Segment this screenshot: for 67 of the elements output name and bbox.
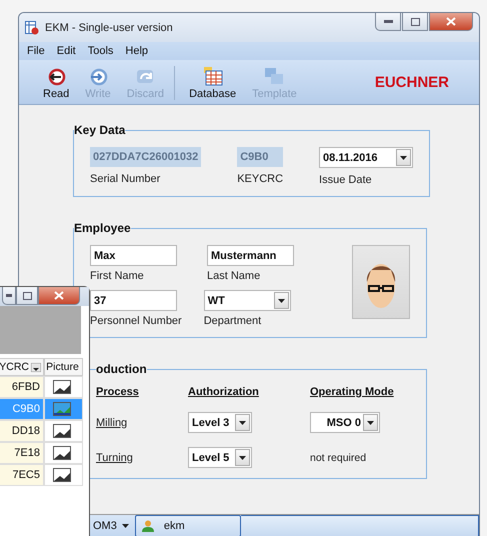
picture-icon <box>53 424 71 438</box>
dropdown-arrow-icon <box>31 362 41 372</box>
date-dropdown[interactable]: 08.11.2016 <box>319 147 414 168</box>
brand-logo: EUCHNER <box>374 74 449 91</box>
close-icon <box>54 291 64 300</box>
column-header[interactable]: Picture <box>44 358 83 376</box>
user-icon <box>142 520 154 532</box>
group-title: Key Data <box>74 123 126 137</box>
field-label: Department <box>204 315 262 327</box>
authorization-dropdown[interactable]: Level 3 <box>188 412 252 433</box>
group-title: Employee <box>74 221 131 235</box>
table-row-cell[interactable]: 7EC5 <box>0 464 44 486</box>
column-header: Process <box>96 386 139 398</box>
window-title: EKM - Single-user version <box>45 22 174 34</box>
department-dropdown[interactable]: WT <box>204 290 291 311</box>
mode-text: not required <box>310 452 368 464</box>
picture-icon <box>53 446 71 460</box>
picture-icon <box>53 468 71 482</box>
dropdown-arrow-icon <box>367 420 374 424</box>
maximize-button[interactable] <box>16 287 38 305</box>
picture-icon <box>53 380 71 394</box>
column-header: Operating Mode <box>310 386 394 398</box>
group-title: oduction <box>96 362 147 376</box>
mode-dropdown[interactable]: MSO 0 <box>310 412 380 433</box>
authorization-dropdown[interactable]: Level 5 <box>188 447 252 468</box>
input-field[interactable]: Max <box>90 245 177 266</box>
maximize-icon <box>410 18 420 26</box>
process-link[interactable]: Turning <box>96 452 133 464</box>
dropdown-arrow-icon <box>122 524 129 528</box>
toolbar-button[interactable]: Read <box>39 66 74 100</box>
input-field[interactable]: Mustermann <box>207 245 294 266</box>
field-label: Serial Number <box>90 173 162 185</box>
close-icon <box>446 17 456 26</box>
field-label: Personnel Number <box>90 315 182 327</box>
maximize-icon <box>22 292 32 300</box>
menu-item[interactable]: Tools <box>88 45 114 57</box>
toolbar-button[interactable]: Database <box>185 66 240 100</box>
table-row-cell[interactable]: 6FBD <box>0 376 44 398</box>
dropdown-arrow-icon <box>278 298 285 302</box>
table-icon <box>202 66 224 86</box>
field-label: Issue Date <box>319 174 373 186</box>
field-label: First Name <box>90 270 145 282</box>
app-icon <box>25 20 39 34</box>
menu-item[interactable]: Help <box>125 45 148 57</box>
picture-icon <box>53 402 71 416</box>
close-button[interactable] <box>38 287 80 305</box>
minimize-icon <box>384 20 392 23</box>
dropdown-arrow-icon <box>239 420 246 424</box>
port-dropdown[interactable]: OM3 <box>93 520 135 532</box>
minimize-icon <box>6 294 12 297</box>
menu-item[interactable]: File <box>27 45 45 57</box>
dropdown-arrow-icon <box>400 156 408 160</box>
column-header: Authorization <box>188 386 259 398</box>
user-name: ekm <box>164 520 185 532</box>
table-row-cell[interactable]: 7E18 <box>0 442 44 464</box>
field-label: KEYCRC <box>237 173 284 185</box>
table-row-cell[interactable]: DD18 <box>0 420 44 442</box>
copy-pages-icon <box>263 66 286 86</box>
minimize-button[interactable] <box>375 13 401 31</box>
input-field[interactable]: 37 <box>90 290 177 311</box>
maximize-button[interactable] <box>402 13 428 31</box>
field-label: Last Name <box>207 270 262 282</box>
dropdown-arrow-icon <box>239 456 246 460</box>
menu-item[interactable]: Edit <box>56 45 76 57</box>
process-link[interactable]: Milling <box>96 416 128 428</box>
minimize-button[interactable] <box>2 287 16 305</box>
close-button[interactable] <box>429 13 473 31</box>
